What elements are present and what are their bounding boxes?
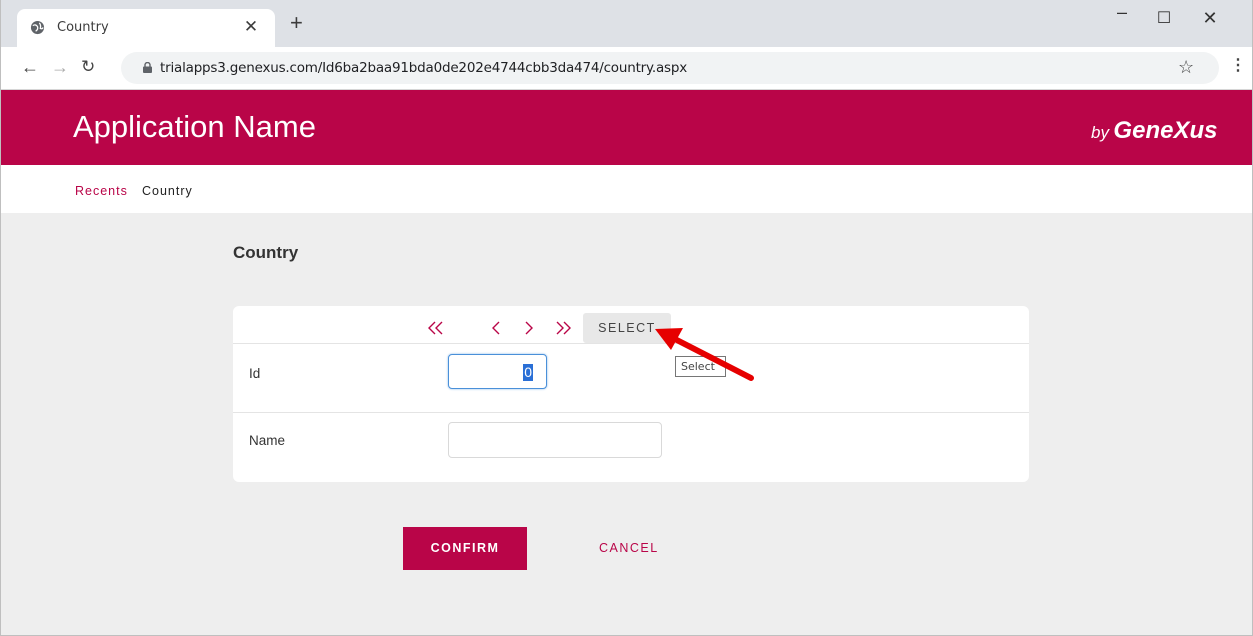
- breadcrumb: Recents Country: [1, 165, 1252, 213]
- star-icon[interactable]: ☆: [1178, 57, 1194, 78]
- minimize-icon[interactable]: –: [1107, 2, 1137, 23]
- next-icon[interactable]: [524, 321, 534, 338]
- divider: [233, 412, 1029, 413]
- maximize-icon[interactable]: ☐: [1149, 8, 1179, 28]
- menu-icon[interactable]: ⋮: [1230, 55, 1246, 75]
- window-close-icon[interactable]: ✕: [1195, 8, 1225, 29]
- app-header: Application Name by GeneXus: [1, 90, 1252, 165]
- forward-icon[interactable]: →: [51, 57, 69, 78]
- browser-tab[interactable]: Country ✕: [17, 9, 275, 47]
- lock-icon: [143, 62, 152, 73]
- divider: [233, 343, 1029, 344]
- tab-title: Country: [57, 20, 109, 35]
- id-input[interactable]: 0: [448, 354, 547, 389]
- last-icon[interactable]: [555, 321, 571, 338]
- address-bar[interactable]: trialapps3.genexus.com/Id6ba2baa91bda0de…: [121, 52, 1219, 84]
- annotation-arrow: [655, 328, 754, 381]
- tab-strip: Country ✕ + – ☐ ✕: [1, 0, 1252, 47]
- brand-logo: by GeneXus: [1091, 117, 1218, 144]
- name-input[interactable]: [448, 422, 662, 458]
- globe-icon: [30, 20, 45, 35]
- breadcrumb-current: Country: [142, 184, 193, 198]
- reload-icon[interactable]: ↻: [81, 57, 95, 77]
- address-row: ← → ↻ trialapps3.genexus.com/Id6ba2baa91…: [1, 47, 1252, 90]
- back-icon[interactable]: ←: [21, 57, 39, 78]
- id-value: 0: [523, 364, 533, 381]
- plus-icon[interactable]: +: [290, 12, 303, 34]
- prev-icon[interactable]: [491, 321, 501, 338]
- browser-window: Country ✕ + – ☐ ✕ ← → ↻ trialapps3.genex…: [0, 0, 1253, 636]
- first-icon[interactable]: [428, 321, 444, 338]
- app-name: Application Name: [73, 109, 316, 144]
- form-card: SELECT Id 0 Select Name: [233, 306, 1029, 482]
- confirm-button[interactable]: CONFIRM: [403, 527, 527, 570]
- name-label: Name: [249, 433, 286, 448]
- page-title: Country: [233, 243, 299, 262]
- breadcrumb-recents[interactable]: Recents: [75, 184, 128, 198]
- id-label: Id: [249, 366, 261, 381]
- url-text: trialapps3.genexus.com/Id6ba2baa91bda0de…: [160, 60, 688, 76]
- cancel-button[interactable]: CANCEL: [599, 541, 659, 555]
- close-icon[interactable]: ✕: [242, 17, 260, 37]
